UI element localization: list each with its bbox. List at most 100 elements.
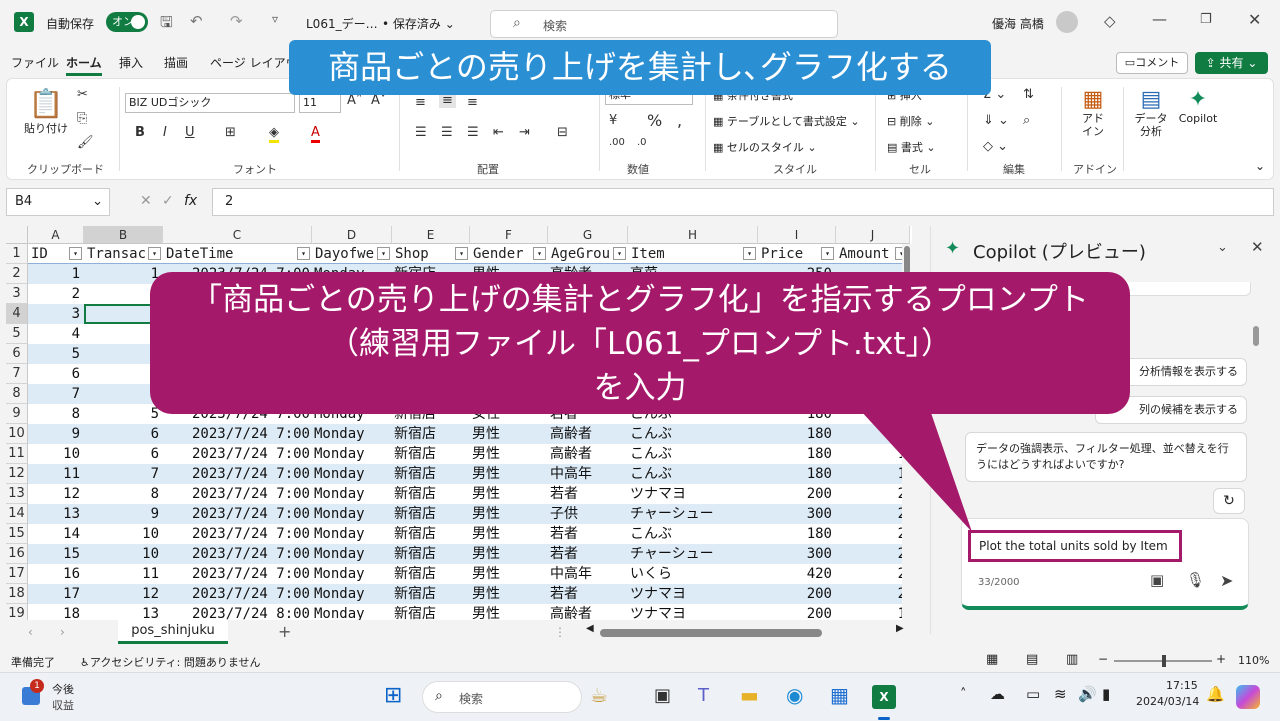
table-cell[interactable]: 18 [28,604,84,620]
table-cell[interactable]: チャーシュー [628,504,758,524]
prompt-guide-icon[interactable]: ▣ [1150,571,1164,589]
column-header-i[interactable]: I [758,226,836,244]
italic-icon[interactable]: I [163,125,167,140]
send-icon[interactable]: ➤ [1220,571,1233,590]
notification-bell-icon[interactable]: 🔔 [1206,685,1225,703]
table-cell[interactable]: Monday [312,504,392,524]
table-cell[interactable]: こんぶ [628,524,758,544]
table-cell[interactable]: 若者 [548,544,628,564]
suggestion-chip-howto[interactable]: データの強調表示、フィルター処理、並べ替えを行うにはどうすればよいですか? [965,432,1247,482]
table-cell[interactable]: 420 [758,564,836,584]
table-cell[interactable]: 中高年 [548,564,628,584]
table-header-cell[interactable]: Amount▾ [836,244,910,264]
data-analysis-button[interactable]: ▤ データ 分析 [1131,87,1171,138]
tab-draw[interactable]: 描画 [164,54,188,71]
table-cell[interactable]: こんぶ [628,464,758,484]
comma-icon[interactable]: , [677,111,682,130]
table-cell[interactable]: 7 [84,464,163,484]
zoom-out-icon[interactable]: − [1098,652,1108,666]
table-cell[interactable]: 新宿店 [392,464,470,484]
collapse-ribbon-icon[interactable]: ⌄ [1255,159,1265,173]
table-cell[interactable]: 2 [28,284,84,304]
edge-icon[interactable]: ◉ [786,683,803,707]
table-cell[interactable]: 2023/7/24 7:00 [163,504,312,524]
align-top-icon[interactable]: ≡ [415,95,426,110]
table-cell[interactable]: 15 [28,544,84,564]
pane-scroll-thumb[interactable] [1253,326,1259,346]
row-header[interactable]: 17 [6,564,28,584]
copilot-taskbar-icon[interactable] [1236,685,1260,709]
indent-increase-icon[interactable]: ⇥ [519,125,530,140]
zoom-slider[interactable] [1114,655,1212,667]
table-cell[interactable]: 男性 [470,544,548,564]
zoom-in-icon[interactable]: + [1216,652,1226,666]
table-cell[interactable]: 6 [84,424,163,444]
row-header[interactable]: 4 [6,304,28,324]
row-header[interactable]: 3 [6,284,28,304]
customize-qat-icon[interactable]: ▿ [272,12,278,26]
column-header-b[interactable]: B [84,226,163,244]
row-header[interactable]: 11 [6,444,28,464]
column-header-a[interactable]: A [28,226,84,244]
autosave-toggle[interactable]: オン [106,12,148,32]
table-header-cell[interactable]: AgeGrou ▾ [548,244,628,264]
sort-filter-icon[interactable]: ⇅ [1023,87,1034,102]
enter-icon[interactable]: ✓ [162,193,174,209]
table-cell[interactable]: 2023/7/24 7:00 [163,544,312,564]
clear-icon[interactable]: ◇ ⌄ [983,139,1008,154]
font-name-select[interactable]: BIZ UDゴシック [125,93,295,113]
filter-dropdown-icon[interactable]: ▾ [533,247,546,260]
table-cell[interactable]: 若者 [548,584,628,604]
select-all-corner[interactable] [6,226,28,244]
table-cell[interactable]: 9 [28,424,84,444]
filter-dropdown-icon[interactable]: ▾ [297,247,310,260]
tab-home[interactable]: ホーム [66,54,102,76]
table-cell[interactable]: 200 [758,604,836,620]
table-cell[interactable]: ツナマヨ [628,584,758,604]
table-header-cell[interactable]: Price ▾ [758,244,836,264]
table-cell[interactable]: チャーシュー [628,544,758,564]
table-cell[interactable]: 男性 [470,424,548,444]
save-icon[interactable]: 🖫 [160,12,173,37]
row-header[interactable]: 13 [6,484,28,504]
table-cell[interactable]: 新宿店 [392,544,470,564]
merge-center-icon[interactable]: ⊟ [557,125,568,140]
border-icon[interactable]: ⊞ [225,125,236,140]
scroll-left-icon[interactable]: ◀ [586,623,594,634]
table-header-cell[interactable]: ID ▾ [28,244,84,264]
table-cell[interactable]: 男性 [470,444,548,464]
increase-font-icon[interactable]: A˄ [347,93,362,108]
zoom-level[interactable]: 110% [1238,654,1269,667]
windows-start-icon[interactable]: ⊞ [384,683,402,708]
table-cell[interactable]: こんぶ [628,424,758,444]
format-painter-icon[interactable]: 🖌 [77,135,94,150]
column-header-g[interactable]: G [548,226,628,244]
table-header-cell[interactable]: Transac ▾ [84,244,163,264]
table-cell[interactable]: 2023/7/24 7:00 [163,444,312,464]
copy-icon[interactable]: ⎘ [77,111,87,126]
table-cell[interactable]: 高齢者 [548,444,628,464]
table-cell[interactable]: Monday [312,544,392,564]
store-icon[interactable]: ▦ [830,683,849,707]
file-explorer-icon[interactable]: ▬ [740,683,759,707]
table-cell[interactable]: Monday [312,604,392,620]
table-cell[interactable]: 男性 [470,484,548,504]
column-header-c[interactable]: C [163,226,312,244]
table-cell[interactable]: 12 [28,484,84,504]
save-status[interactable]: • 保存済み ⌄ [382,15,455,32]
table-cell[interactable]: 1 [28,264,84,284]
teams-icon[interactable]: T [698,685,709,706]
copilot-button[interactable]: ✦ Copilot [1175,87,1221,125]
table-cell[interactable]: 男性 [470,584,548,604]
font-color-icon[interactable]: A [311,125,320,143]
row-header[interactable]: 6 [6,344,28,364]
table-cell[interactable]: 新宿店 [392,604,470,620]
currency-icon[interactable]: ¥ [609,113,617,128]
table-cell[interactable]: 5 [28,344,84,364]
column-header-e[interactable]: E [392,226,470,244]
table-cell[interactable]: 新宿店 [392,504,470,524]
table-header-cell[interactable]: Shop ▾ [392,244,470,264]
align-right-icon[interactable]: ☰ [467,125,479,140]
table-cell[interactable]: 11 [84,564,163,584]
filter-dropdown-icon[interactable]: ▾ [743,247,756,260]
